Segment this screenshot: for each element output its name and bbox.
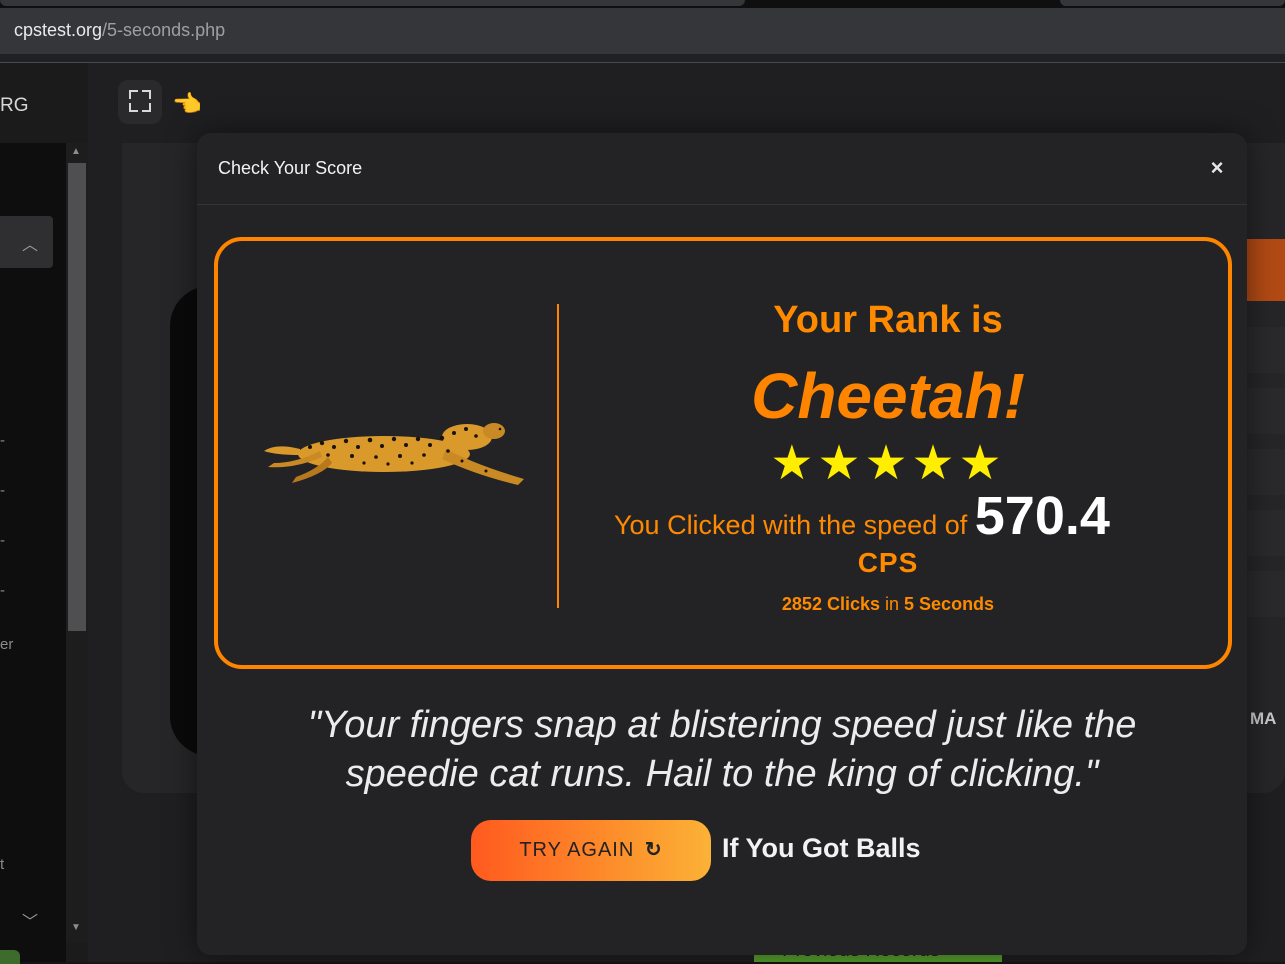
- rank-name: Cheetah!: [751, 360, 1025, 432]
- clicks-summary: 2852 Clicks in 5 Seconds: [588, 594, 1188, 615]
- modal-title: Check Your Score: [218, 158, 363, 178]
- score-box: Your Rank is Cheetah! ★★★★★ You Clicked …: [214, 237, 1232, 669]
- clicks-in: in: [885, 594, 900, 614]
- browser-tabstrip: [0, 0, 1285, 8]
- try-again-label: TRY AGAIN: [519, 839, 635, 861]
- right-panel-label: MA: [1250, 709, 1277, 728]
- sidebar-item-marker[interactable]: -: [0, 482, 5, 499]
- score-modal: Check Your Score × Your Rank is Cheetah!: [197, 133, 1247, 955]
- fullscreen-icon: [129, 90, 151, 112]
- chevron-down-icon[interactable]: ﹀: [22, 908, 38, 932]
- right-panel-row[interactable]: [1246, 510, 1285, 556]
- right-panel-row[interactable]: [1246, 449, 1285, 495]
- scroll-up-arrow-icon[interactable]: ▲: [71, 146, 81, 157]
- page-topbar: [88, 63, 1285, 143]
- rank-label: Your Rank is: [773, 299, 1003, 341]
- url-host: cpstest.org: [14, 20, 103, 40]
- sidebar-item-active[interactable]: ︿: [0, 216, 53, 268]
- close-icon[interactable]: ×: [1206, 157, 1228, 179]
- speed-line: You Clicked with the speed of 570.4: [614, 485, 1174, 547]
- sidebar-item-marker[interactable]: -: [0, 582, 5, 599]
- cheetah-image: [264, 423, 524, 485]
- scroll-down-arrow-icon[interactable]: ▼: [71, 922, 81, 933]
- duration: 5 Seconds: [904, 594, 995, 614]
- browser-tab[interactable]: [0, 0, 745, 6]
- fullscreen-button[interactable]: [118, 80, 162, 124]
- modal-header: Check Your Score ×: [197, 133, 1247, 205]
- right-panel-row[interactable]: [1246, 388, 1285, 434]
- site-brand[interactable]: RG: [0, 95, 29, 117]
- toolbar-separator: [0, 54, 1285, 63]
- speed-prefix: You Clicked with the speed of: [614, 510, 968, 540]
- url-path: /5-seconds.php: [102, 20, 226, 40]
- clicks-count: 2852 Clicks: [781, 594, 880, 614]
- url-text[interactable]: cpstest.org/5-seconds.php: [14, 20, 225, 41]
- challenge-text: If You Got Balls: [722, 833, 921, 863]
- sidebar-item-fragment[interactable]: er: [0, 636, 13, 653]
- speed-value: 570.4: [974, 486, 1110, 546]
- sidebar-item-fragment[interactable]: t: [0, 856, 4, 873]
- browser-tab[interactable]: [1060, 0, 1285, 6]
- right-panel-row[interactable]: [1246, 327, 1285, 373]
- rank-quote: "Your fingers snap at blistering speed j…: [307, 704, 1137, 795]
- sidebar-item-marker[interactable]: -: [0, 532, 5, 549]
- address-bar[interactable]: cpstest.org/5-seconds.php: [0, 8, 1285, 54]
- try-again-button[interactable]: TRY AGAIN ↻: [471, 820, 711, 881]
- chevron-up-icon: ︿: [21, 237, 38, 254]
- score-divider: [557, 304, 559, 608]
- speed-unit: CPS: [857, 547, 919, 578]
- refresh-icon: ↻: [644, 839, 663, 861]
- sidebar-scrollbar-thumb[interactable]: [68, 163, 86, 631]
- pointing-hand-icon: 👈: [172, 91, 202, 118]
- star-rating: ★★★★★: [770, 437, 1006, 490]
- right-panel-row[interactable]: [1246, 571, 1285, 617]
- right-panel-tab-active[interactable]: [1246, 239, 1285, 301]
- sidebar-item-marker[interactable]: -: [0, 432, 5, 449]
